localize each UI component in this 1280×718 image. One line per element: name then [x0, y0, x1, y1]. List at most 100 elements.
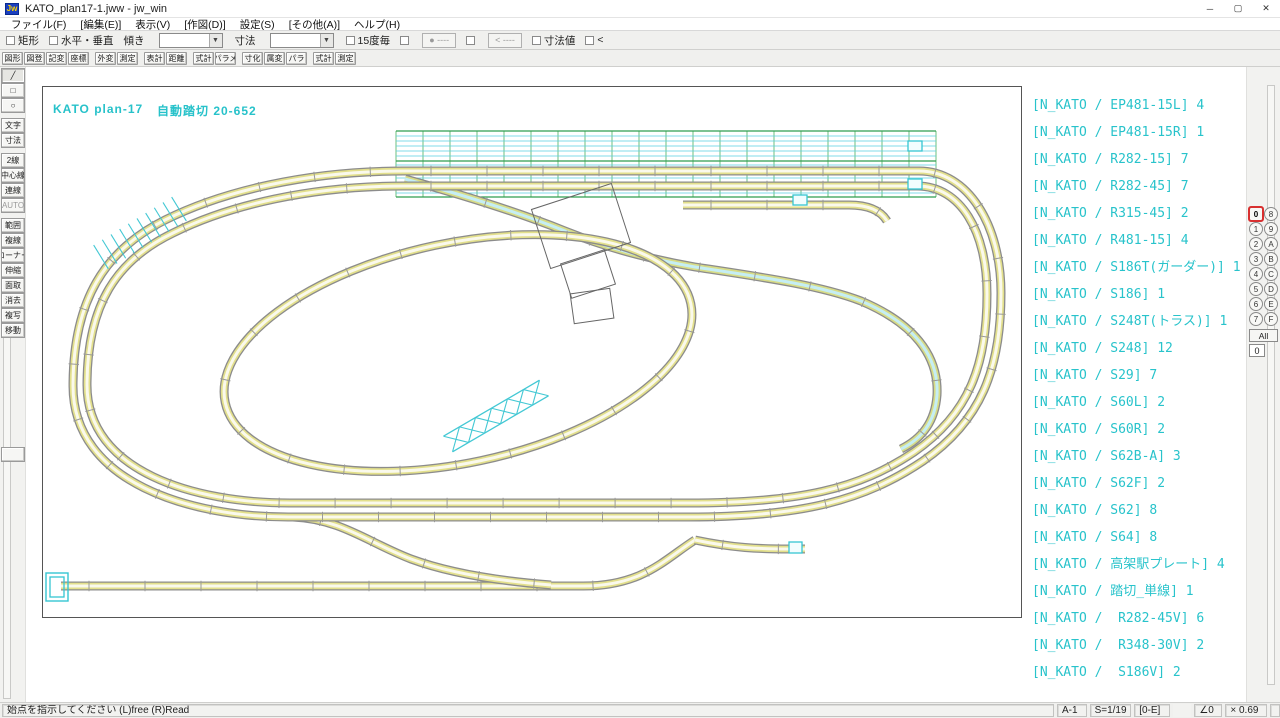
minimize-button[interactable]: ─: [1196, 0, 1224, 18]
tool-button-3-5[interactable]: 消去: [1, 293, 25, 308]
parts-list-item: [N_KATO / S29] 7: [1032, 362, 1244, 389]
toolbar-button[interactable]: 図登: [24, 52, 45, 65]
layer-indicator[interactable]: [0-E]: [1134, 704, 1170, 717]
menu-item[interactable]: ファイル(F): [4, 17, 73, 32]
tool-button-3-1[interactable]: 複線: [1, 233, 25, 248]
slope-label: 傾き: [124, 33, 145, 48]
tool-button-1-1[interactable]: 寸法: [1, 133, 25, 148]
lt-checkbox[interactable]: <: [585, 34, 603, 46]
chevron-down-icon[interactable]: ▼: [209, 34, 222, 47]
layer-button-E[interactable]: E: [1264, 297, 1278, 311]
maximize-button[interactable]: ▢: [1224, 0, 1252, 18]
tool-button-1-0[interactable]: 文字: [1, 118, 25, 133]
tool-button-3-4[interactable]: 面取: [1, 278, 25, 293]
checkbox-icon[interactable]: [532, 36, 541, 45]
tool-button-3-3[interactable]: 伸縮: [1, 263, 25, 278]
layer-button-1[interactable]: 1: [1249, 222, 1263, 236]
layer-button-7[interactable]: 7: [1249, 312, 1263, 326]
toolbar-button[interactable]: 距離: [166, 52, 187, 65]
menu-item[interactable]: ヘルプ(H): [347, 17, 407, 32]
right-scroll-strip[interactable]: [1267, 85, 1275, 685]
zoom-indicator[interactable]: × 0.69: [1225, 704, 1267, 717]
checkbox-icon[interactable]: [585, 36, 594, 45]
tool-button-3-6[interactable]: 複写: [1, 308, 25, 323]
layer-button-0[interactable]: 0: [1249, 207, 1263, 221]
plan-title-text: KATO plan-17: [53, 102, 143, 116]
checkbox-icon[interactable]: [466, 36, 475, 45]
toolbar-button[interactable]: 記変: [46, 52, 67, 65]
scale-indicator[interactable]: S=1/19: [1090, 704, 1132, 717]
toolbar-button[interactable]: 測定: [117, 52, 138, 65]
menu-item[interactable]: 表示(V): [128, 17, 177, 32]
tool-button-0-1[interactable]: □: [1, 83, 25, 98]
deg15-checkbox[interactable]: 15度毎: [346, 33, 391, 48]
paper-size-indicator[interactable]: A-1: [1057, 704, 1087, 717]
checkbox-icon[interactable]: [400, 36, 409, 45]
cad-paper[interactable]: KATO plan-17 自動踏切 20-652: [42, 86, 1022, 618]
checkbox-icon[interactable]: [346, 36, 355, 45]
left-dock-blank-button[interactable]: [1, 447, 25, 462]
close-button[interactable]: ✕: [1252, 0, 1280, 18]
track-crossing-diagonal: [405, 179, 937, 449]
arrow-line-style-button[interactable]: < ----: [488, 33, 522, 48]
toolbar-button[interactable]: 外変: [95, 52, 116, 65]
dot-line-style-button[interactable]: ● ----: [422, 33, 456, 48]
layer-button-4[interactable]: 4: [1249, 267, 1263, 281]
menu-item[interactable]: [その他(A)]: [282, 17, 347, 32]
slope-combo[interactable]: ▼: [159, 33, 223, 48]
dimension-value-checkbox[interactable]: 寸法値: [532, 33, 576, 48]
toolbar-button[interactable]: 式計: [193, 52, 214, 65]
toolbar-button[interactable]: 属変: [264, 52, 285, 65]
layer-button-A[interactable]: A: [1264, 237, 1278, 251]
toolbar-button[interactable]: 図形: [2, 52, 23, 65]
layer-all-button[interactable]: All: [1249, 329, 1278, 342]
tool-button-2-0[interactable]: 2線: [1, 153, 25, 168]
tool-button-0-0[interactable]: ╱: [1, 68, 25, 83]
tool-button-3-2[interactable]: コーナー: [1, 248, 25, 263]
tool-button-3-0[interactable]: 範囲: [1, 218, 25, 233]
dimension-combo[interactable]: ▼: [270, 33, 334, 48]
layer-button-2[interactable]: 2: [1249, 237, 1263, 251]
toolbar-button[interactable]: 測定: [335, 52, 356, 65]
layer-button-D[interactable]: D: [1264, 282, 1278, 296]
layer-button-B[interactable]: B: [1264, 252, 1278, 266]
tool-button-3-7[interactable]: 移動: [1, 323, 25, 338]
checkbox-icon[interactable]: [6, 36, 15, 45]
toolbar-button[interactable]: 座標: [68, 52, 89, 65]
layer-row: 4C: [1249, 267, 1280, 281]
toolbar-button[interactable]: 式計: [313, 52, 334, 65]
left-scroll-strip[interactable]: [3, 337, 11, 699]
layer-group-indicator[interactable]: 0: [1249, 344, 1265, 357]
tool-button-0-2[interactable]: ○: [1, 98, 25, 113]
horizontal-vertical-checkbox[interactable]: 水平・垂直: [49, 33, 114, 48]
layer-button-C[interactable]: C: [1264, 267, 1278, 281]
arrow-line-checkbox[interactable]: [466, 36, 478, 45]
layer-button-5[interactable]: 5: [1249, 282, 1263, 296]
menu-item[interactable]: [作図(D)]: [177, 17, 232, 32]
toolbar-button[interactable]: パラメ: [215, 52, 236, 65]
window-title: KATO_plan17-1.jww - jw_win: [25, 3, 167, 15]
rectangle-checkbox[interactable]: 矩形: [6, 33, 39, 48]
toolbar-button[interactable]: 表計: [144, 52, 165, 65]
layer-button-3[interactable]: 3: [1249, 252, 1263, 266]
menu-item[interactable]: 設定(S): [233, 17, 282, 32]
chevron-down-icon[interactable]: ▼: [320, 34, 333, 47]
tool-button-2-3[interactable]: AUTO: [1, 198, 25, 213]
tool-button-2-2[interactable]: 連線: [1, 183, 25, 198]
parts-list-item: [N_KATO / R282-15] 7: [1032, 146, 1244, 173]
toolbar-button[interactable]: パラ: [286, 52, 307, 65]
toolbar-button[interactable]: 寸化: [242, 52, 263, 65]
layer-row: 6E: [1249, 297, 1280, 311]
tool-button-2-1[interactable]: 中心線: [1, 168, 25, 183]
status-spacer: [1173, 704, 1192, 717]
parts-list-item: [N_KATO / S62F] 2: [1032, 470, 1244, 497]
layer-button-6[interactable]: 6: [1249, 297, 1263, 311]
angle-indicator[interactable]: ∠0: [1194, 704, 1222, 717]
layer-button-F[interactable]: F: [1264, 312, 1278, 326]
resize-grip[interactable]: [1270, 704, 1280, 717]
menu-item[interactable]: [編集(E)]: [73, 17, 128, 32]
dot-line-checkbox[interactable]: [400, 36, 412, 45]
layer-button-9[interactable]: 9: [1264, 222, 1278, 236]
layer-button-8[interactable]: 8: [1264, 207, 1278, 221]
checkbox-icon[interactable]: [49, 36, 58, 45]
